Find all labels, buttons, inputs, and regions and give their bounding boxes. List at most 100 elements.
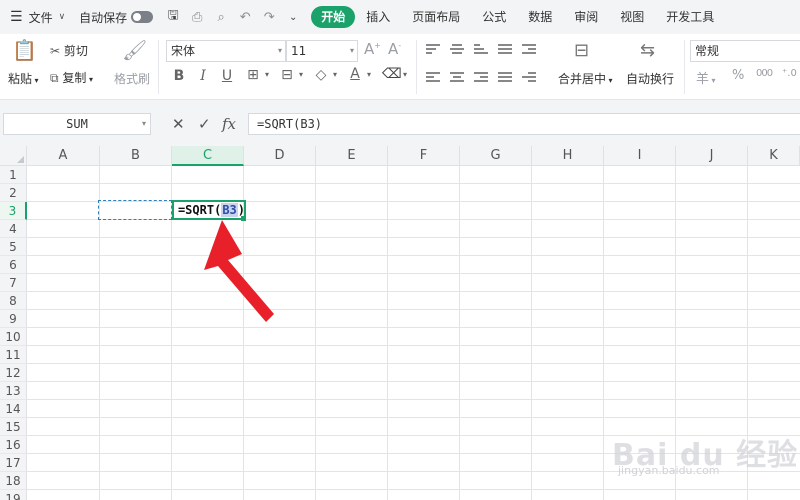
row-header-5[interactable]: 5 [0,238,27,256]
increase-decimal-icon[interactable]: ⁺.0 [782,68,797,79]
align-center-icon[interactable] [450,72,464,84]
row-header-14[interactable]: 14 [0,400,27,418]
row-header-6[interactable]: 6 [0,256,27,274]
row-header-15[interactable]: 15 [0,418,27,436]
save-icon[interactable]: 🖫 [161,6,185,28]
insert-function-icon[interactable]: fx [222,115,236,133]
row-header-1[interactable]: 1 [0,166,27,184]
thousands-separator-icon[interactable]: 000 [756,68,773,79]
bold-icon[interactable]: B [170,68,188,84]
cut-button[interactable]: ✂ 剪切 [50,42,88,59]
paste-icon[interactable]: 📋 [12,38,37,62]
tab-page-layout[interactable]: 页面布局 [401,6,471,28]
distributed-icon[interactable] [498,72,512,84]
row-header-12[interactable]: 12 [0,364,27,382]
chevron-down-icon[interactable]: ▾ [292,70,310,79]
more-dropdown-icon[interactable]: ⌄ [281,12,305,23]
print-preview-icon[interactable]: ⌕ [209,10,233,25]
formula-input[interactable]: =SQRT(B3) [248,113,800,135]
grid-line [27,273,800,274]
row-header-7[interactable]: 7 [0,274,27,292]
autosave[interactable]: 自动保存 [79,9,154,26]
column-header-b[interactable]: B [100,146,172,166]
copy-button[interactable]: ⧉ 复制 ▾ [50,69,93,86]
cut-label: 剪切 [63,44,88,58]
increase-font-icon[interactable]: A+ [364,40,381,58]
row-header-18[interactable]: 18 [0,472,27,490]
align-top-icon[interactable] [426,44,440,56]
confirm-icon[interactable]: ✓ [198,115,211,133]
grid-line [315,166,316,500]
column-header-a[interactable]: A [27,146,100,166]
column-header-d[interactable]: D [244,146,316,166]
align-justify-icon[interactable] [498,44,512,56]
paste-button[interactable]: 粘贴 ▾ [8,70,39,87]
column-header-i[interactable]: I [604,146,676,166]
column-header-j[interactable]: J [676,146,748,166]
row-header-11[interactable]: 11 [0,346,27,364]
row-header-19[interactable]: 19 [0,490,27,500]
tab-formulas[interactable]: 公式 [471,6,517,28]
row-header-2[interactable]: 2 [0,184,27,202]
merge-center-icon[interactable]: ⊟ [574,40,589,61]
format-painter-icon[interactable]: 🖌 [122,38,147,62]
cancel-icon[interactable]: ✕ [172,115,185,133]
row-header-8[interactable]: 8 [0,292,27,310]
row-header-13[interactable]: 13 [0,382,27,400]
tab-developer[interactable]: 开发工具 [655,6,725,28]
ribbon-tabs: 开始 插入 页面布局 公式 数据 审阅 视图 开发工具 [311,6,725,28]
cell-formula-text[interactable]: =SQRT(B3) [178,202,245,218]
wrap-text-icon[interactable]: ⇆ [640,40,655,61]
row-header-10[interactable]: 10 [0,328,27,346]
chevron-down-icon[interactable]: ▾ [360,70,378,79]
tab-review[interactable]: 审阅 [563,6,609,28]
font-size-select[interactable]: 11 ▾ [286,40,358,62]
column-header-f[interactable]: F [388,146,460,166]
tab-home[interactable]: 开始 [311,6,356,28]
format-painter-label[interactable]: 格式刷 [114,70,150,87]
merge-center-button[interactable]: 合并居中 ▾ [558,70,613,87]
row-header-9[interactable]: 9 [0,310,27,328]
row-header-16[interactable]: 16 [0,436,27,454]
print-icon[interactable]: ⎙ [185,10,209,25]
italic-icon[interactable]: I [194,68,212,84]
column-header-g[interactable]: G [460,146,532,166]
file-menu[interactable]: ☰ 文件 ∨ [10,9,65,26]
chevron-down-icon: ▾ [141,119,146,128]
align-left-icon[interactable] [426,72,440,84]
row-header-4[interactable]: 4 [0,220,27,238]
wrap-text-label[interactable]: 自动换行 [626,70,674,87]
row-header-3[interactable]: 3 [0,202,27,220]
indent-icon[interactable] [522,72,536,84]
tab-data[interactable]: 数据 [517,6,563,28]
chevron-down-icon[interactable]: ▾ [258,70,276,79]
column-header-k[interactable]: K [748,146,800,166]
chevron-down-icon[interactable]: ▾ [326,70,344,79]
referenced-cell-b3[interactable] [98,200,172,220]
row-header-17[interactable]: 17 [0,454,27,472]
font-name-select[interactable]: 宋体 ▾ [166,40,286,62]
decrease-font-icon[interactable]: A- [388,40,401,58]
decrease-indent-icon[interactable] [522,44,536,56]
autosave-toggle[interactable] [131,11,154,23]
select-all-corner[interactable] [0,146,27,166]
align-bottom-icon[interactable] [474,44,488,56]
redo-icon[interactable]: ↷ [257,10,281,25]
grid-line [603,166,604,500]
column-header-e[interactable]: E [316,146,388,166]
currency-button[interactable]: 羊 ▾ [696,68,716,87]
align-middle-icon[interactable] [450,44,464,56]
chevron-down-icon[interactable]: ▾ [396,70,414,79]
column-header-h[interactable]: H [532,146,604,166]
chevron-down-icon: ▾ [32,76,39,85]
tab-view[interactable]: 视图 [609,6,655,28]
align-right-icon[interactable] [474,72,488,84]
underline-icon[interactable]: U [218,68,236,84]
tab-insert[interactable]: 插入 [355,6,401,28]
percent-icon[interactable]: % [732,68,744,83]
name-box[interactable]: SUM ▾ [3,113,151,135]
undo-icon[interactable]: ↶ [233,10,257,25]
column-header-c[interactable]: C [172,146,244,166]
number-format-select[interactable]: 常规 [690,40,800,62]
number-format-value: 常规 [695,44,720,58]
